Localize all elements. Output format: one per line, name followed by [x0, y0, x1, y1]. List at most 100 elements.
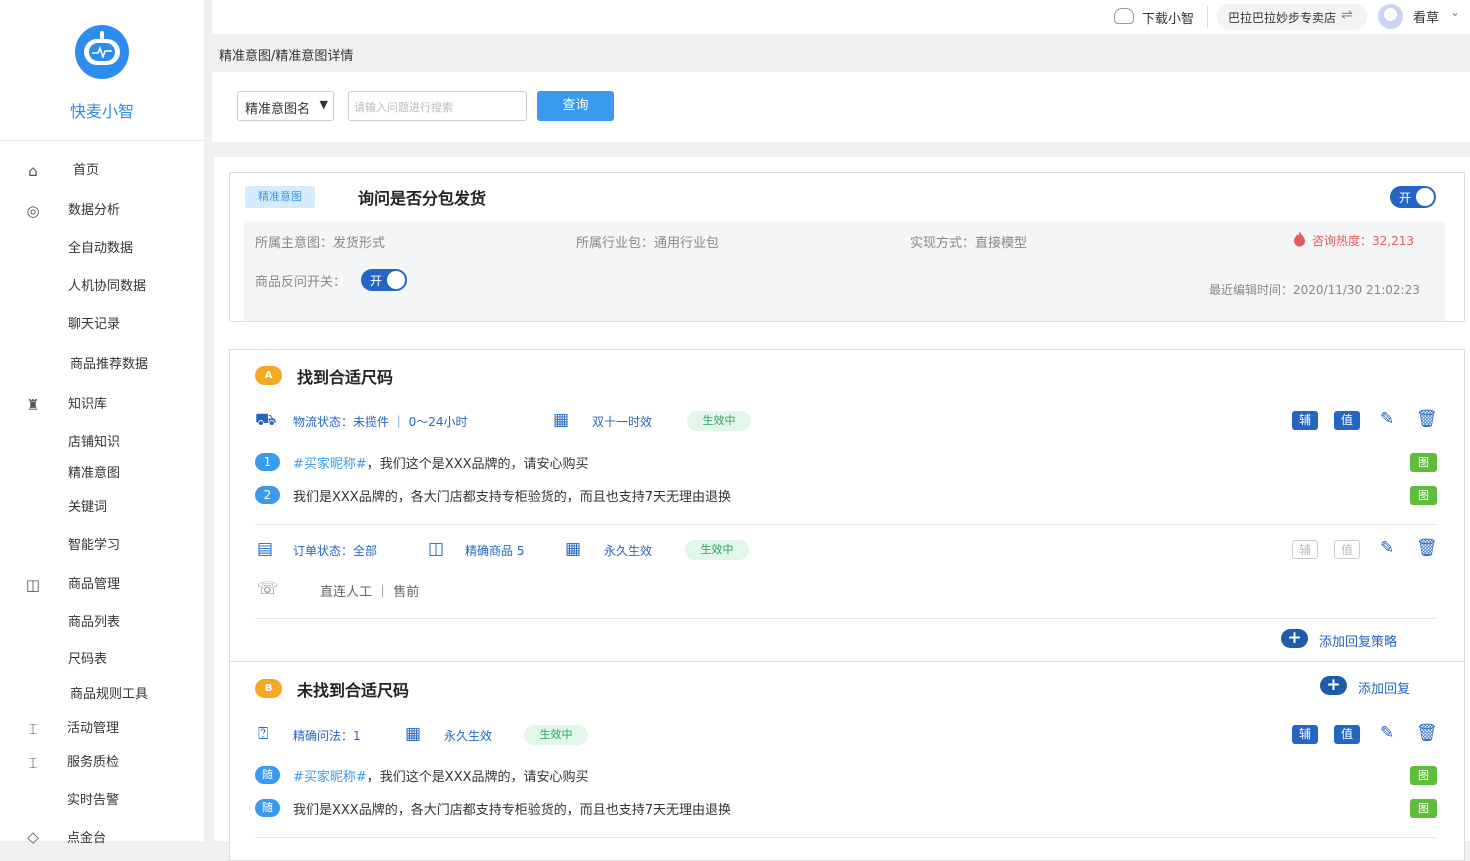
add-strategy-button[interactable]: 添加回复策略: [1319, 631, 1397, 650]
sidebar-item-home[interactable]: 首页: [73, 160, 99, 182]
sidebar-item-quality[interactable]: 服务质检: [67, 752, 119, 774]
sidebar-item-collab-data[interactable]: 人机协同数据: [68, 276, 146, 298]
sidebar-item-gold[interactable]: 点金台: [67, 828, 106, 850]
avatar[interactable]: [1378, 4, 1403, 29]
search-input[interactable]: 请输入问题进行搜索: [348, 91, 527, 121]
intent-tag: 精准意图: [245, 186, 315, 208]
section-b: B 未找到合适尺码 + 添加回复 ⍰ 精确问法：1 ▦ 永久生效 生效中 辅 值…: [229, 661, 1465, 861]
breadcrumb: 精准意图/精准意图详情: [219, 49, 354, 64]
search-bar: 精准意图名 ▼ 请输入问题进行搜索 查询: [212, 72, 1470, 142]
aux-button[interactable]: 辅: [1292, 725, 1318, 744]
question-icon: ⍰: [258, 724, 269, 744]
transfer-human: 直连人工 ｜ 售前: [320, 585, 420, 600]
image-tag[interactable]: 图: [1410, 486, 1437, 505]
truck-icon: ⛟: [255, 410, 277, 430]
value-button[interactable]: 值: [1334, 540, 1360, 559]
gold-icon: ◇: [27, 828, 39, 846]
sidebar-item-knowledge[interactable]: 知识库: [68, 394, 107, 416]
topbar-divider: [1207, 6, 1208, 28]
reply-index: 随: [255, 799, 280, 817]
intent-card: 精准意图 询问是否分包发货 开 所属主意图：发货形式 所属行业包：通用行业包 实…: [229, 172, 1465, 322]
image-tag[interactable]: 图: [1410, 766, 1437, 785]
download-link[interactable]: 下载小智: [1142, 8, 1194, 27]
user-name[interactable]: 看草: [1413, 7, 1439, 26]
effective-period: 永久生效: [604, 544, 653, 558]
sidebar-item-realtime-alert[interactable]: 实时告警: [67, 790, 119, 812]
sidebar-item-auto-data[interactable]: 全自动数据: [68, 238, 133, 260]
add-reply-button[interactable]: 添加回复: [1358, 678, 1410, 697]
intent-toggle[interactable]: 开: [1390, 186, 1436, 208]
sidebar-item-chat-records[interactable]: 聊天记录: [68, 314, 120, 336]
search-type-select[interactable]: 精准意图名 ▼: [237, 91, 334, 121]
add-circle-icon[interactable]: +: [1281, 629, 1308, 648]
sidebar-item-goods-manage[interactable]: 商品管理: [68, 574, 120, 596]
logistics-status: 物流状态：未揽件 ｜ 0～24小时: [293, 415, 468, 429]
sidebar-item-size-table[interactable]: 尺码表: [68, 649, 107, 671]
reply-index: 2: [255, 486, 280, 504]
aux-button[interactable]: 辅: [1292, 540, 1318, 559]
trash-icon[interactable]: 🗑: [1416, 539, 1438, 557]
home-icon: ⌂: [28, 162, 38, 180]
add-circle-icon[interactable]: +: [1320, 676, 1347, 695]
value-button[interactable]: 值: [1334, 725, 1360, 744]
buyer-nickname-var: #买家昵称#: [293, 770, 367, 785]
reply-text: #买家昵称#，我们这个是XXX品牌的，请安心购买: [293, 766, 589, 785]
chevron-down-icon[interactable]: ⌄: [1450, 5, 1460, 19]
sidebar-gap: [204, 0, 212, 841]
chart-icon: ◎: [26, 202, 40, 220]
flame-icon: [1294, 231, 1305, 247]
robot-logo-icon: [75, 25, 129, 79]
calendar-icon: ▦: [405, 724, 422, 744]
sidebar-divider: [0, 140, 204, 141]
aux-button[interactable]: 辅: [1292, 411, 1318, 430]
toggle-knob: [387, 271, 405, 289]
divider: [255, 837, 1438, 838]
toggle-label: 开: [1399, 191, 1412, 205]
trash-icon[interactable]: 🗑: [1416, 410, 1438, 428]
image-tag[interactable]: 图: [1410, 799, 1437, 818]
sidebar-item-keywords[interactable]: 关键词: [68, 497, 107, 519]
effective-period: 永久生效: [444, 729, 493, 743]
sidebar-item-smart-learning[interactable]: 智能学习: [68, 535, 120, 557]
section-title: 未找到合适尺码: [297, 681, 410, 700]
swap-icon: ⇌: [1341, 7, 1353, 23]
status-badge: 生效中: [687, 411, 751, 431]
search-button[interactable]: 查询: [537, 91, 614, 121]
sidebar-item-data-analysis[interactable]: 数据分析: [68, 200, 120, 222]
sidebar-item-precise-intent[interactable]: 精准意图: [68, 463, 120, 485]
value-button[interactable]: 值: [1334, 411, 1360, 430]
status-badge: 生效中: [524, 725, 588, 745]
store-name: 巴拉巴拉妙步专卖店: [1228, 11, 1337, 25]
main-intent: 所属主意图：发货形式: [255, 236, 386, 251]
store-switcher[interactable]: 巴拉巴拉妙步专卖店 ⇌: [1217, 4, 1367, 30]
section-badge: B: [255, 679, 282, 698]
edit-icon[interactable]: ✎: [1380, 410, 1394, 428]
download-cloud-icon[interactable]: [1114, 8, 1134, 24]
sidebar-item-shop-knowledge[interactable]: 店铺知识: [68, 432, 120, 454]
intent-title: 询问是否分包发货: [358, 189, 487, 208]
edit-icon[interactable]: ✎: [1380, 724, 1394, 742]
section-a: A 找到合适尺码 ⛟ 物流状态：未揽件 ｜ 0～24小时 ▦ 双十一时效 生效中…: [229, 349, 1465, 662]
brand-name: 快麦小智: [69, 102, 134, 121]
sidebar-item-activity[interactable]: 活动管理: [67, 718, 119, 740]
reply-index: 随: [255, 766, 280, 784]
quality-icon: ⌶: [28, 754, 38, 772]
edit-icon[interactable]: ✎: [1380, 539, 1394, 557]
toggle-knob: [1416, 188, 1434, 206]
sidebar: 快麦小智 ⌂ 首页 ◎ 数据分析 全自动数据 人机协同数据 聊天记录 商品推荐数…: [0, 0, 204, 846]
section-title: 找到合适尺码: [297, 368, 394, 387]
sidebar-item-goods-list[interactable]: 商品列表: [68, 612, 120, 634]
buyer-nickname-var: #买家昵称#: [293, 457, 367, 472]
intent-info-box: 所属主意图：发货形式 所属行业包：通用行业包 实现方式：直接模型 咨询热度：32…: [244, 221, 1445, 321]
consult-heat: 咨询热度：32,213: [1312, 234, 1414, 248]
sidebar-item-recommend-data[interactable]: 商品推荐数据: [70, 354, 148, 376]
sidebar-item-goods-rules[interactable]: 商品规则工具: [70, 684, 148, 706]
reply-body: ，我们这个是XXX品牌的，请安心购买: [366, 770, 589, 785]
industry-pack: 所属行业包：通用行业包: [576, 236, 720, 251]
order-icon: ▤: [257, 539, 274, 559]
reverse-toggle[interactable]: 开: [361, 269, 407, 291]
chevron-down-icon: ▼: [319, 98, 328, 111]
image-tag[interactable]: 图: [1410, 453, 1437, 472]
divider: [255, 618, 1438, 619]
trash-icon[interactable]: 🗑: [1416, 724, 1438, 742]
